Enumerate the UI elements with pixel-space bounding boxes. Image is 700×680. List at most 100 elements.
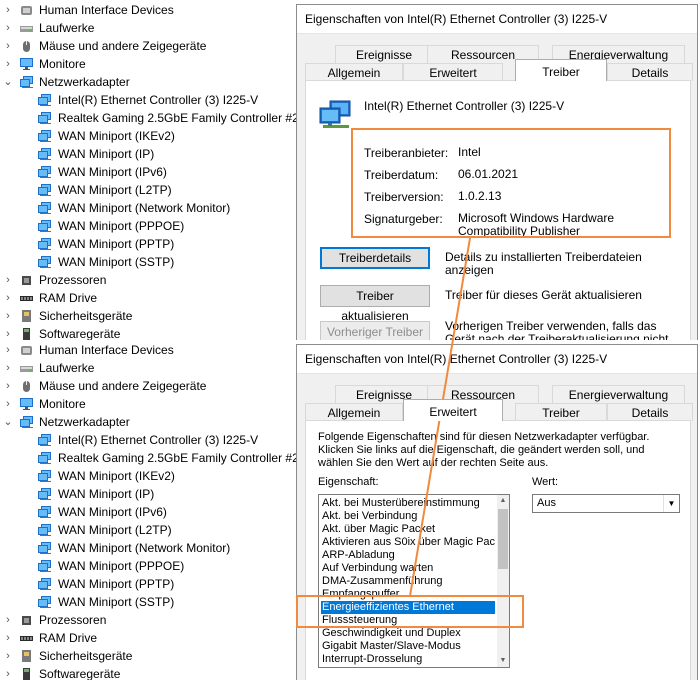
tab-allgemein[interactable]: Allgemein	[305, 63, 403, 81]
chevron-right-icon[interactable]: ›	[3, 37, 13, 55]
chevron-right-icon[interactable]: ›	[3, 377, 13, 395]
tree-item[interactable]: WAN Miniport (L2TP)	[0, 181, 300, 199]
chevron-right-icon[interactable]: ›	[3, 395, 13, 413]
tree-item[interactable]: WAN Miniport (IKEv2)	[0, 127, 300, 145]
tree-item[interactable]: Intel(R) Ethernet Controller (3) I225-V	[0, 431, 300, 449]
property-list-item[interactable]: ARP-Abladung	[321, 549, 495, 562]
tree-item[interactable]: › Human Interface Devices	[0, 1, 300, 19]
chevron-right-icon[interactable]: ›	[3, 325, 13, 340]
property-list-item[interactable]: Geschwindigkeit und Duplex	[321, 627, 495, 640]
network-adapter-icon	[38, 596, 51, 608]
chevron-right-icon[interactable]: ›	[3, 629, 13, 647]
tree-item[interactable]: › RAM Drive	[0, 289, 300, 307]
property-list-item[interactable]: DMA-Zusammenführung	[321, 575, 495, 588]
chevron-right-icon[interactable]: ›	[3, 341, 13, 359]
chevron-right-icon[interactable]: ›	[3, 359, 13, 377]
tree-item[interactable]: › Laufwerke	[0, 359, 300, 377]
driver-details-button[interactable]: Treiberdetails	[320, 247, 430, 269]
tab-energieverwaltung[interactable]: Energieverwaltung	[552, 385, 685, 403]
tree-item[interactable]: Realtek Gaming 2.5GbE Family Controller …	[0, 449, 300, 467]
tree-item[interactable]: › Sicherheitsgeräte	[0, 647, 300, 665]
property-list-item[interactable]: Akt. über Magic Packet	[321, 523, 495, 536]
tree-item[interactable]: ⌄ Netzwerkadapter	[0, 413, 300, 431]
tree-item[interactable]: › Human Interface Devices	[0, 341, 300, 359]
driver-field-value: 06.01.2021	[458, 167, 519, 181]
tree-item[interactable]: › RAM Drive	[0, 629, 300, 647]
chevron-right-icon[interactable]: ›	[3, 19, 13, 37]
tree-item-label: Sicherheitsgeräte	[39, 309, 133, 323]
tree-item[interactable]: WAN Miniport (Network Monitor)	[0, 199, 300, 217]
tree-item[interactable]: WAN Miniport (SSTP)	[0, 593, 300, 611]
tree-item[interactable]: › Sicherheitsgeräte	[0, 307, 300, 325]
tree-item[interactable]: WAN Miniport (PPTP)	[0, 575, 300, 593]
tree-item[interactable]: WAN Miniport (IP)	[0, 145, 300, 163]
tree-item[interactable]: WAN Miniport (PPTP)	[0, 235, 300, 253]
tree-item[interactable]: WAN Miniport (Network Monitor)	[0, 539, 300, 557]
property-list-item[interactable]: Flusssteuerung	[321, 614, 495, 627]
rollback-driver-button[interactable]: Vorheriger Treiber	[320, 321, 430, 340]
tree-item[interactable]: WAN Miniport (IPv6)	[0, 163, 300, 181]
tree-item[interactable]: › Laufwerke	[0, 19, 300, 37]
chevron-right-icon[interactable]: ›	[3, 307, 13, 325]
tree-item[interactable]: › Softwaregeräte	[0, 325, 300, 340]
network-adapter-icon	[38, 256, 51, 268]
chevron-right-icon[interactable]: ›	[3, 647, 13, 665]
tree-item[interactable]: › Prozessoren	[0, 271, 300, 289]
scroll-down-icon[interactable]: ▼	[497, 655, 509, 667]
property-list-item[interactable]: Empfangspuffer	[321, 588, 495, 601]
tree-item[interactable]: Intel(R) Ethernet Controller (3) I225-V	[0, 91, 300, 109]
tab-treiber[interactable]: Treiber	[515, 403, 607, 421]
tab-details[interactable]: Details	[607, 403, 693, 421]
chevron-down-icon[interactable]: ⌄	[3, 73, 13, 91]
chevron-right-icon[interactable]: ›	[3, 55, 13, 73]
tree-item[interactable]: WAN Miniport (IP)	[0, 485, 300, 503]
tree-item[interactable]: › Prozessoren	[0, 611, 300, 629]
chevron-down-icon[interactable]: ⌄	[3, 413, 13, 431]
property-list-item[interactable]: Gigabit Master/Slave-Modus	[321, 640, 495, 653]
tree-item[interactable]: WAN Miniport (PPPOE)	[0, 217, 300, 235]
tree-item[interactable]: › Monitore	[0, 55, 300, 73]
tree-item-label: Laufwerke	[39, 361, 95, 375]
tab-treiber[interactable]: Treiber	[515, 59, 607, 81]
chevron-right-icon[interactable]: ›	[3, 271, 13, 289]
tree-item[interactable]: › Mäuse und andere Zeigegeräte	[0, 377, 300, 395]
chevron-down-icon[interactable]: ▼	[663, 495, 679, 512]
tab-erweitert[interactable]: Erweitert	[403, 63, 503, 81]
tree-item[interactable]: WAN Miniport (SSTP)	[0, 253, 300, 271]
top-panel: › Human Interface Devices › Laufwerke › Mäuse…	[0, 0, 700, 340]
tab-allgemein[interactable]: Allgemein	[305, 403, 403, 421]
tab-ereignisse[interactable]: Ereignisse	[335, 45, 433, 63]
tree-item[interactable]: WAN Miniport (IKEv2)	[0, 467, 300, 485]
tree-item[interactable]: › Monitore	[0, 395, 300, 413]
property-list-item[interactable]: Auf Verbindung warten	[321, 562, 495, 575]
driver-field-value: 1.0.2.13	[458, 189, 502, 203]
chevron-right-icon[interactable]: ›	[3, 665, 13, 680]
tab-erweitert[interactable]: Erweitert	[403, 399, 503, 421]
chevron-right-icon[interactable]: ›	[3, 289, 13, 307]
tree-item[interactable]: › Mäuse und andere Zeigegeräte	[0, 37, 300, 55]
scroll-up-icon[interactable]: ▲	[497, 495, 509, 507]
property-listbox[interactable]: Akt. bei Musterübereinstimmung Akt. bei V…	[318, 494, 510, 668]
tree-item[interactable]: WAN Miniport (L2TP)	[0, 521, 300, 539]
tab-details[interactable]: Details	[607, 63, 693, 81]
property-list-item[interactable]: Aktivieren aus S0ix über Magic Pack	[321, 536, 495, 549]
tree-item[interactable]: › Softwaregeräte	[0, 665, 300, 680]
tree-item[interactable]: ⌄ Netzwerkadapter	[0, 73, 300, 91]
tree-item-label: RAM Drive	[39, 291, 98, 305]
chevron-right-icon[interactable]: ›	[3, 611, 13, 629]
update-driver-button[interactable]: Treiber aktualisieren	[320, 285, 430, 323]
property-list-item[interactable]: Akt. bei Musterübereinstimmung	[321, 497, 495, 510]
processor-icon	[22, 276, 31, 285]
tree-item[interactable]: Realtek Gaming 2.5GbE Family Controller …	[0, 109, 300, 127]
tree-item[interactable]: WAN Miniport (IPv6)	[0, 503, 300, 521]
tree-item-label: WAN Miniport (L2TP)	[58, 523, 172, 537]
property-list-item[interactable]: Akt. bei Verbindung	[321, 510, 495, 523]
tree-item[interactable]: WAN Miniport (PPPOE)	[0, 557, 300, 575]
chevron-right-icon[interactable]: ›	[3, 1, 13, 19]
property-list-item[interactable]: Energieeffizientes Ethernet	[321, 601, 495, 614]
value-dropdown[interactable]: Aus ▼	[532, 494, 680, 513]
tree-item-label: WAN Miniport (IPv6)	[58, 505, 167, 519]
property-scrollbar[interactable]: ▲ ▼	[497, 495, 509, 667]
property-list-item[interactable]: Interrupt-Drosselung	[321, 653, 495, 666]
scroll-thumb[interactable]	[498, 509, 508, 569]
